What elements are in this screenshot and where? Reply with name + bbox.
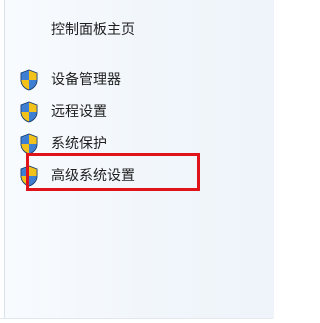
bottom-divider — [0, 318, 273, 323]
task-list: 设备管理器 远程设置 系统保护 高级系统设置 — [19, 64, 135, 192]
uac-shield-icon — [19, 101, 39, 123]
uac-shield-icon — [19, 133, 39, 155]
task-label: 系统保护 — [51, 136, 107, 152]
task-label: 远程设置 — [51, 104, 107, 120]
task-label: 高级系统设置 — [51, 168, 135, 184]
uac-shield-icon — [19, 165, 39, 187]
task-label: 设备管理器 — [51, 72, 121, 88]
uac-shield-icon — [19, 69, 39, 91]
control-panel-home-link[interactable]: 控制面板主页 — [51, 20, 135, 40]
system-protection-link[interactable]: 系统保护 — [19, 128, 135, 160]
remote-settings-link[interactable]: 远程设置 — [19, 96, 135, 128]
left-task-pane: 控制面板主页 设备管理器 远程设置 系统保护 高级系统设置 — [4, 0, 274, 318]
device-manager-link[interactable]: 设备管理器 — [19, 64, 135, 96]
advanced-system-settings-link[interactable]: 高级系统设置 — [19, 160, 135, 192]
